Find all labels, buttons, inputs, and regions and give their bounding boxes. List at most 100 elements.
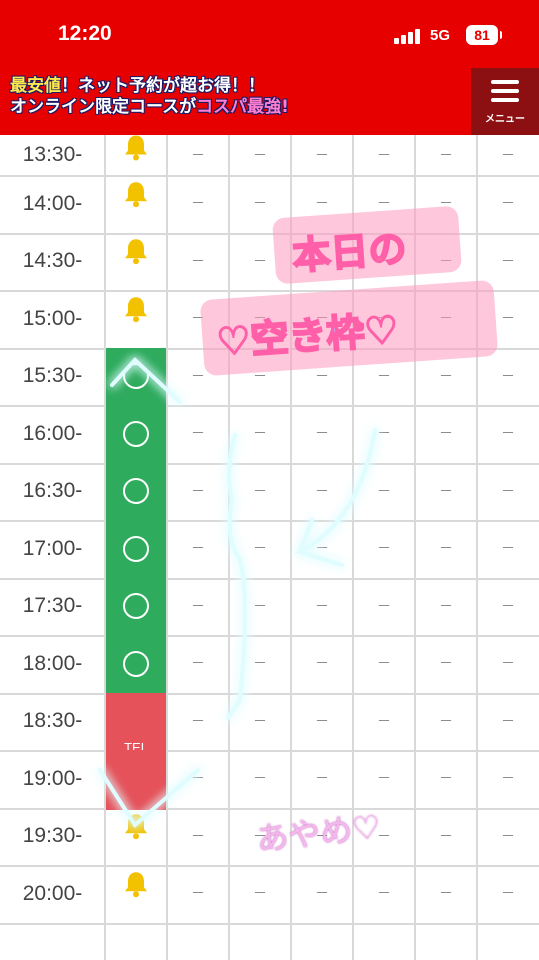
schedule-row: 14:30- － － － － － －	[0, 233, 539, 292]
promo-line-2: オンライン限定コースが	[10, 97, 197, 117]
slot-unavailable: －	[191, 712, 205, 729]
slot-unavailable: －	[501, 195, 515, 211]
available-circle-icon	[123, 478, 149, 505]
slot-unavailable: －	[501, 367, 515, 384]
slot-unavailable: －	[253, 885, 267, 901]
slot-unavailable: －	[315, 540, 329, 556]
slot-unavailable: －	[377, 540, 391, 556]
slot-unavailable: －	[377, 310, 391, 326]
slot-unavailable: －	[501, 827, 515, 844]
promo-banner-text: 最安値！ネット予約が超お得！！ オンライン限定コースがコスパ最強!	[10, 76, 289, 118]
slot-unavailable: －	[377, 827, 391, 844]
slot-unavailable: －	[501, 482, 515, 499]
time-label: 17:30-	[22, 594, 83, 618]
battery-icon: 81	[466, 25, 502, 45]
slot-unavailable: －	[439, 482, 453, 499]
slot-unavailable: －	[191, 425, 205, 441]
slot-unavailable: －	[377, 252, 391, 269]
slot-unavailable: －	[253, 252, 267, 269]
hamburger-icon	[491, 80, 519, 102]
slot-unavailable: －	[253, 195, 267, 211]
slot-unavailable: －	[253, 367, 267, 384]
slot-unavailable: －	[315, 827, 329, 844]
slot-unavailable: －	[501, 712, 515, 729]
slot-unavailable: －	[191, 885, 205, 901]
menu-button[interactable]: メニュー	[471, 68, 539, 135]
slot-unavailable: －	[315, 597, 329, 614]
slot-unavailable: －	[377, 885, 391, 901]
schedule-row: 16:00- － － － － － －	[0, 405, 539, 465]
time-label: 14:30-	[22, 249, 83, 273]
menu-label: メニュー	[485, 114, 525, 125]
time-label: 15:00-	[22, 306, 83, 330]
promo-highlight: 最安値	[10, 76, 61, 96]
time-label: 16:00-	[22, 421, 83, 445]
slot-notify[interactable]	[106, 175, 166, 233]
schedule-row: 15:00- － － － － － －	[0, 290, 539, 350]
slot-unavailable: －	[315, 367, 329, 384]
slot-available[interactable]	[106, 520, 166, 578]
schedule-row: 13:30- － － － － － －	[0, 135, 539, 177]
slot-unavailable: －	[253, 827, 267, 844]
slot-unavailable: －	[315, 425, 329, 441]
slot-unavailable: －	[377, 482, 391, 499]
available-circle-icon	[123, 593, 149, 620]
slot-notify[interactable]	[106, 233, 166, 291]
slot-available[interactable]	[106, 347, 166, 405]
slot-unavailable: －	[377, 195, 391, 211]
slot-unavailable: －	[439, 597, 453, 614]
schedule-row: 18:30- TEL － － － － － －	[0, 692, 539, 755]
schedule-row: 16:30- － － － － － －	[0, 462, 539, 522]
slot-unavailable: －	[377, 655, 391, 671]
slot-unavailable: －	[191, 827, 205, 844]
available-circle-icon	[123, 363, 149, 390]
slot-unavailable: －	[439, 655, 453, 671]
bell-icon	[123, 808, 149, 866]
slot-unavailable: －	[439, 540, 453, 556]
time-label: 20:00-	[22, 881, 83, 905]
slot-unavailable: －	[315, 885, 329, 901]
slot-unavailable: －	[439, 827, 453, 844]
slot-available[interactable]	[106, 405, 166, 463]
time-label: 15:30-	[22, 364, 83, 388]
signal-icon	[394, 28, 424, 44]
slot-unavailable: －	[377, 147, 391, 163]
slot-unavailable: －	[253, 310, 267, 326]
time-label: 16:30-	[22, 479, 83, 503]
slot-unavailable: －	[439, 147, 453, 163]
slot-notify[interactable]	[106, 808, 166, 866]
slot-notify[interactable]	[106, 135, 166, 175]
schedule-row: 17:30- － － － － － －	[0, 577, 539, 637]
slot-unavailable: －	[191, 770, 205, 786]
available-circle-icon	[123, 535, 149, 562]
slot-unavailable: －	[377, 367, 391, 384]
slot-unavailable: －	[501, 540, 515, 556]
slot-available[interactable]	[106, 577, 166, 635]
slot-unavailable: －	[191, 655, 205, 671]
slot-unavailable: －	[439, 770, 453, 786]
schedule-row: 18:00- － － － － － －	[0, 635, 539, 695]
slot-unavailable: －	[439, 425, 453, 441]
slot-unavailable: －	[253, 147, 267, 163]
slot-unavailable: －	[191, 252, 205, 269]
slot-unavailable: －	[253, 540, 267, 556]
slot-unavailable: －	[377, 770, 391, 786]
slot-unavailable: －	[315, 770, 329, 786]
status-time: 12:20	[58, 22, 112, 45]
time-label: 19:00-	[22, 766, 83, 790]
time-label: 17:00-	[22, 536, 83, 560]
slot-notify[interactable]	[106, 865, 166, 923]
slot-unavailable: －	[191, 540, 205, 556]
slot-tel[interactable]	[106, 750, 166, 810]
schedule-row: 14:00- － － － － － －	[0, 175, 539, 235]
slot-unavailable: －	[501, 425, 515, 441]
slot-notify[interactable]	[106, 290, 166, 348]
time-label: 14:00-	[22, 191, 83, 215]
schedule-row: 17:00- － － － － － －	[0, 520, 539, 580]
slot-unavailable: －	[253, 482, 267, 499]
slot-available[interactable]	[106, 462, 166, 520]
slot-available[interactable]	[106, 635, 166, 693]
schedule-row: 15:30- － － － － － －	[0, 347, 539, 407]
slot-tel[interactable]: TEL	[106, 692, 166, 755]
bell-icon	[123, 233, 149, 291]
